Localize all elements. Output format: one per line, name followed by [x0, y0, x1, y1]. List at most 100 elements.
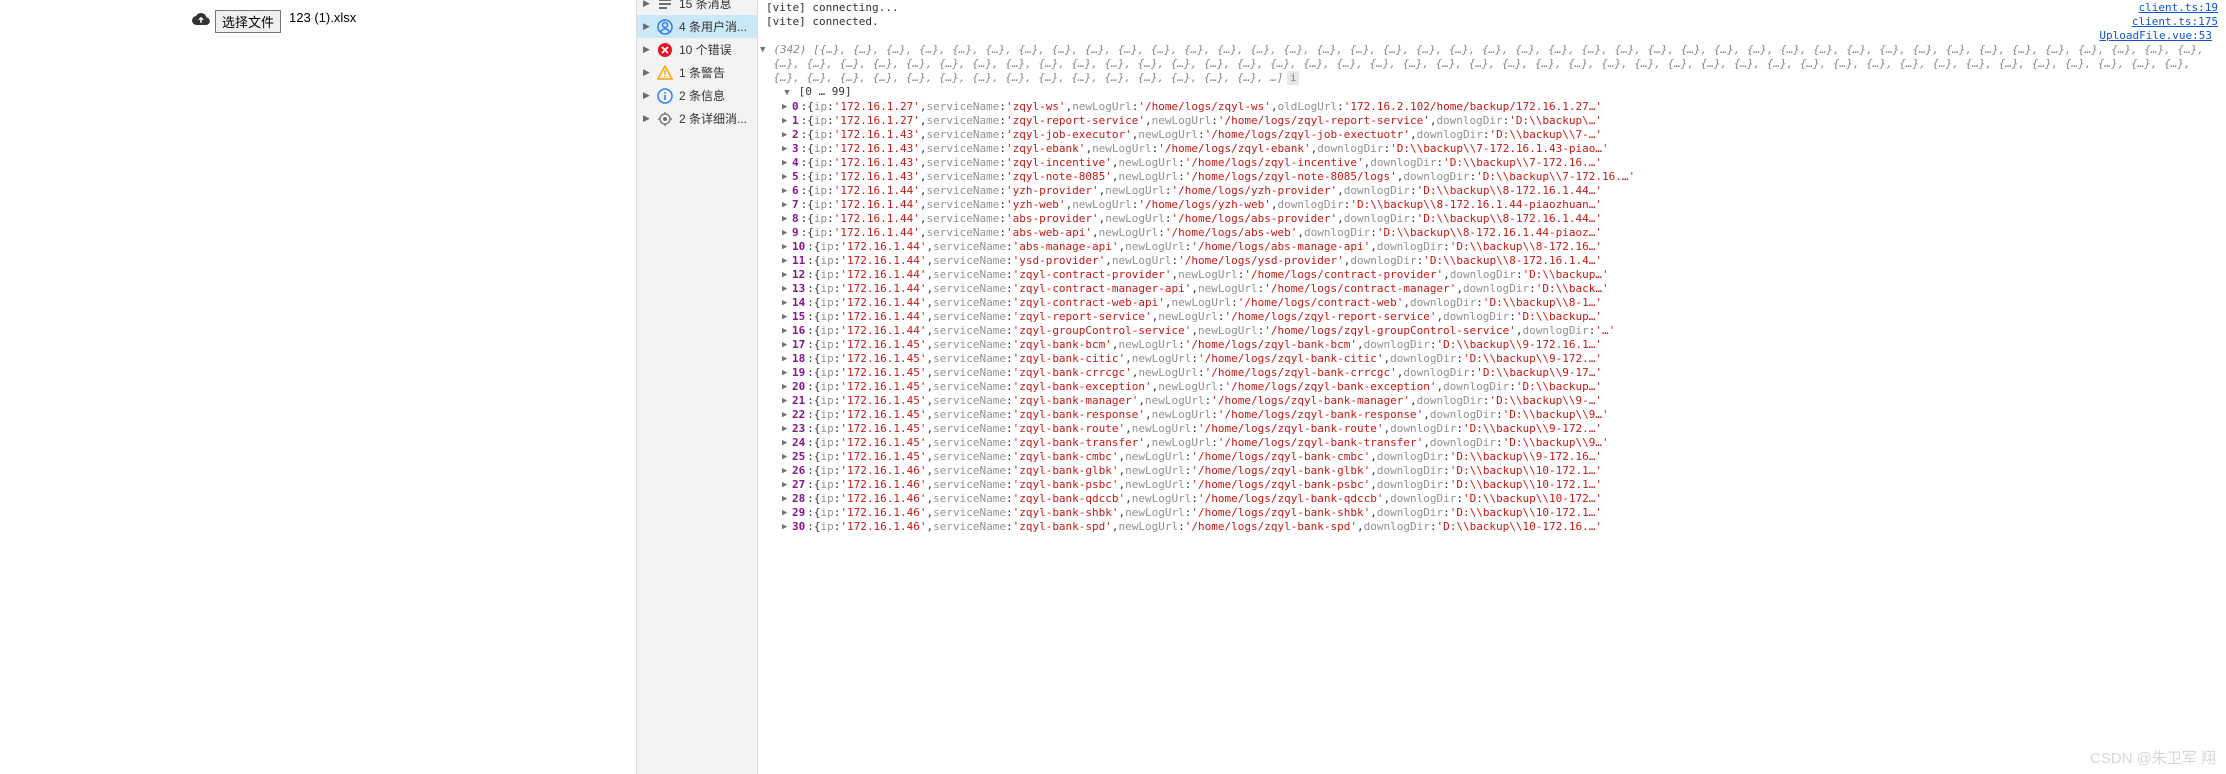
object-entry[interactable]: ▶15: {ip: '172.16.1.44', serviceName: 'z…	[760, 310, 2218, 324]
filter-item-info[interactable]: ▶ 2 条信息	[637, 84, 757, 107]
object-entry[interactable]: ▶29: {ip: '172.16.1.46', serviceName: 'z…	[760, 506, 2218, 520]
cloud-upload-icon	[192, 10, 210, 31]
object-entry[interactable]: ▶8: {ip: '172.16.1.44', serviceName: 'ab…	[760, 212, 2218, 226]
warn-icon	[657, 65, 673, 81]
chevron-right-icon[interactable]: ▶	[782, 114, 792, 128]
filter-item-user[interactable]: ▶ 4 条用户消...	[637, 15, 757, 38]
chevron-right-icon[interactable]: ▶	[782, 240, 792, 254]
object-entry[interactable]: ▶13: {ip: '172.16.1.44', serviceName: 'z…	[760, 282, 2218, 296]
console-output: [vite] connecting... client.ts:19 [vite]…	[758, 0, 2226, 774]
filter-label: 1 条警告	[679, 64, 725, 81]
chevron-right-icon[interactable]: ▶	[782, 366, 792, 380]
expand-toggle-icon[interactable]: ▼	[782, 86, 792, 100]
chevron-right-icon[interactable]: ▶	[782, 436, 792, 450]
object-entry[interactable]: ▶19: {ip: '172.16.1.45', serviceName: 'z…	[760, 366, 2218, 380]
chevron-right-icon: ▶	[643, 90, 651, 101]
filter-item-error[interactable]: ▶ 10 个错误	[637, 38, 757, 61]
chevron-right-icon[interactable]: ▶	[782, 170, 792, 184]
object-entry[interactable]: ▶21: {ip: '172.16.1.45', serviceName: 'z…	[760, 394, 2218, 408]
chevron-right-icon[interactable]: ▶	[782, 128, 792, 142]
object-entry[interactable]: ▶11: {ip: '172.16.1.44', serviceName: 'y…	[760, 254, 2218, 268]
filter-label: 4 条用户消...	[679, 18, 747, 35]
chevron-right-icon[interactable]: ▶	[782, 408, 792, 422]
chevron-right-icon[interactable]: ▶	[782, 380, 792, 394]
chevron-right-icon[interactable]: ▶	[782, 492, 792, 506]
filter-label: 2 条信息	[679, 87, 725, 104]
object-entry[interactable]: ▶27: {ip: '172.16.1.46', serviceName: 'z…	[760, 478, 2218, 492]
msg-icon	[657, 0, 673, 12]
chevron-right-icon: ▶	[643, 0, 651, 9]
object-entry[interactable]: ▶1: {ip: '172.16.1.27', serviceName: 'zq…	[760, 114, 2218, 128]
watermark: CSDN @朱卫军 翔	[2090, 747, 2216, 768]
chevron-right-icon[interactable]: ▶	[782, 506, 792, 520]
chevron-right-icon[interactable]: ▶	[782, 142, 792, 156]
object-entry[interactable]: ▶25: {ip: '172.16.1.45', serviceName: 'z…	[760, 450, 2218, 464]
filter-item-verbose[interactable]: ▶ 2 条详细消...	[637, 107, 757, 130]
filter-label: 10 个错误	[679, 41, 732, 58]
console-text: [vite] connecting...	[766, 1, 898, 15]
user-icon	[657, 19, 673, 35]
chevron-right-icon[interactable]: ▶	[782, 478, 792, 492]
choose-file-button[interactable]: 选择文件	[215, 10, 281, 33]
object-entry[interactable]: ▶9: {ip: '172.16.1.44', serviceName: 'ab…	[760, 226, 2218, 240]
filter-item-warn[interactable]: ▶1 条警告	[637, 61, 757, 84]
chevron-right-icon[interactable]: ▶	[782, 100, 792, 114]
error-icon	[657, 42, 673, 58]
object-entry[interactable]: ▶30: {ip: '172.16.1.46', serviceName: 'z…	[760, 520, 2218, 534]
chevron-right-icon[interactable]: ▶	[782, 520, 792, 534]
info-icon[interactable]: i	[1287, 71, 1299, 85]
chevron-right-icon[interactable]: ▶	[782, 422, 792, 436]
chevron-right-icon: ▶	[643, 113, 651, 124]
object-entry[interactable]: ▶22: {ip: '172.16.1.45', serviceName: 'z…	[760, 408, 2218, 422]
chevron-right-icon: ▶	[643, 21, 651, 32]
chevron-right-icon[interactable]: ▶	[782, 450, 792, 464]
source-link[interactable]: UploadFile.vue:53	[2099, 29, 2212, 42]
array-preview[interactable]: (342) [{…}, {…}, {…}, {…}, {…}, {…}, {…}…	[765, 43, 2218, 85]
source-link[interactable]: client.ts:19	[2139, 1, 2218, 15]
range-label[interactable]: [0 … 99]	[799, 85, 852, 98]
chevron-right-icon[interactable]: ▶	[782, 296, 792, 310]
chevron-right-icon[interactable]: ▶	[782, 464, 792, 478]
object-entry[interactable]: ▶17: {ip: '172.16.1.45', serviceName: 'z…	[760, 338, 2218, 352]
filter-item-msg[interactable]: ▶ 15 条消息	[637, 0, 757, 15]
chevron-right-icon[interactable]: ▶	[782, 212, 792, 226]
chevron-right-icon[interactable]: ▶	[782, 198, 792, 212]
chevron-right-icon[interactable]: ▶	[782, 268, 792, 282]
object-entry[interactable]: ▶26: {ip: '172.16.1.46', serviceName: 'z…	[760, 464, 2218, 478]
chevron-right-icon[interactable]: ▶	[782, 310, 792, 324]
object-entry[interactable]: ▶10: {ip: '172.16.1.44', serviceName: 'a…	[760, 240, 2218, 254]
source-link[interactable]: client.ts:175	[2132, 15, 2218, 29]
chevron-right-icon[interactable]: ▶	[782, 394, 792, 408]
object-entry[interactable]: ▶14: {ip: '172.16.1.44', serviceName: 'z…	[760, 296, 2218, 310]
object-entry[interactable]: ▶18: {ip: '172.16.1.45', serviceName: 'z…	[760, 352, 2218, 366]
object-entry[interactable]: ▶20: {ip: '172.16.1.45', serviceName: 'z…	[760, 380, 2218, 394]
verbose-icon	[657, 111, 673, 127]
object-entry[interactable]: ▶0: {ip: '172.16.1.27', serviceName: 'zq…	[760, 100, 2218, 114]
chevron-right-icon[interactable]: ▶	[782, 282, 792, 296]
object-entry[interactable]: ▶3: {ip: '172.16.1.43', serviceName: 'zq…	[760, 142, 2218, 156]
object-entry[interactable]: ▶12: {ip: '172.16.1.44', serviceName: 'z…	[760, 268, 2218, 282]
object-entry[interactable]: ▶23: {ip: '172.16.1.45', serviceName: 'z…	[760, 422, 2218, 436]
object-entry[interactable]: ▶4: {ip: '172.16.1.43', serviceName: 'zq…	[760, 156, 2218, 170]
object-entry[interactable]: ▶5: {ip: '172.16.1.43', serviceName: 'zq…	[760, 170, 2218, 184]
chevron-right-icon[interactable]: ▶	[782, 338, 792, 352]
filter-label: 2 条详细消...	[679, 110, 747, 127]
chevron-right-icon: ▶	[643, 44, 651, 55]
object-entry[interactable]: ▶24: {ip: '172.16.1.45', serviceName: 'z…	[760, 436, 2218, 450]
chevron-right-icon[interactable]: ▶	[782, 226, 792, 240]
chevron-right-icon[interactable]: ▶	[782, 156, 792, 170]
object-entry[interactable]: ▶28: {ip: '172.16.1.46', serviceName: 'z…	[760, 492, 2218, 506]
chevron-right-icon[interactable]: ▶	[782, 254, 792, 268]
chevron-right-icon[interactable]: ▶	[782, 184, 792, 198]
object-entry[interactable]: ▶16: {ip: '172.16.1.44', serviceName: 'z…	[760, 324, 2218, 338]
chevron-right-icon[interactable]: ▶	[782, 352, 792, 366]
object-entry[interactable]: ▶7: {ip: '172.16.1.44', serviceName: 'yz…	[760, 198, 2218, 212]
info-icon	[657, 88, 673, 104]
chevron-right-icon[interactable]: ▶	[782, 324, 792, 338]
selected-file-name: 123 (1).xlsx	[289, 10, 356, 25]
console-text: [vite] connected.	[766, 15, 879, 29]
filter-label: 15 条消息	[679, 0, 732, 12]
page-content: 选择文件 123 (1).xlsx	[0, 0, 636, 774]
object-entry[interactable]: ▶2: {ip: '172.16.1.43', serviceName: 'zq…	[760, 128, 2218, 142]
object-entry[interactable]: ▶6: {ip: '172.16.1.44', serviceName: 'yz…	[760, 184, 2218, 198]
